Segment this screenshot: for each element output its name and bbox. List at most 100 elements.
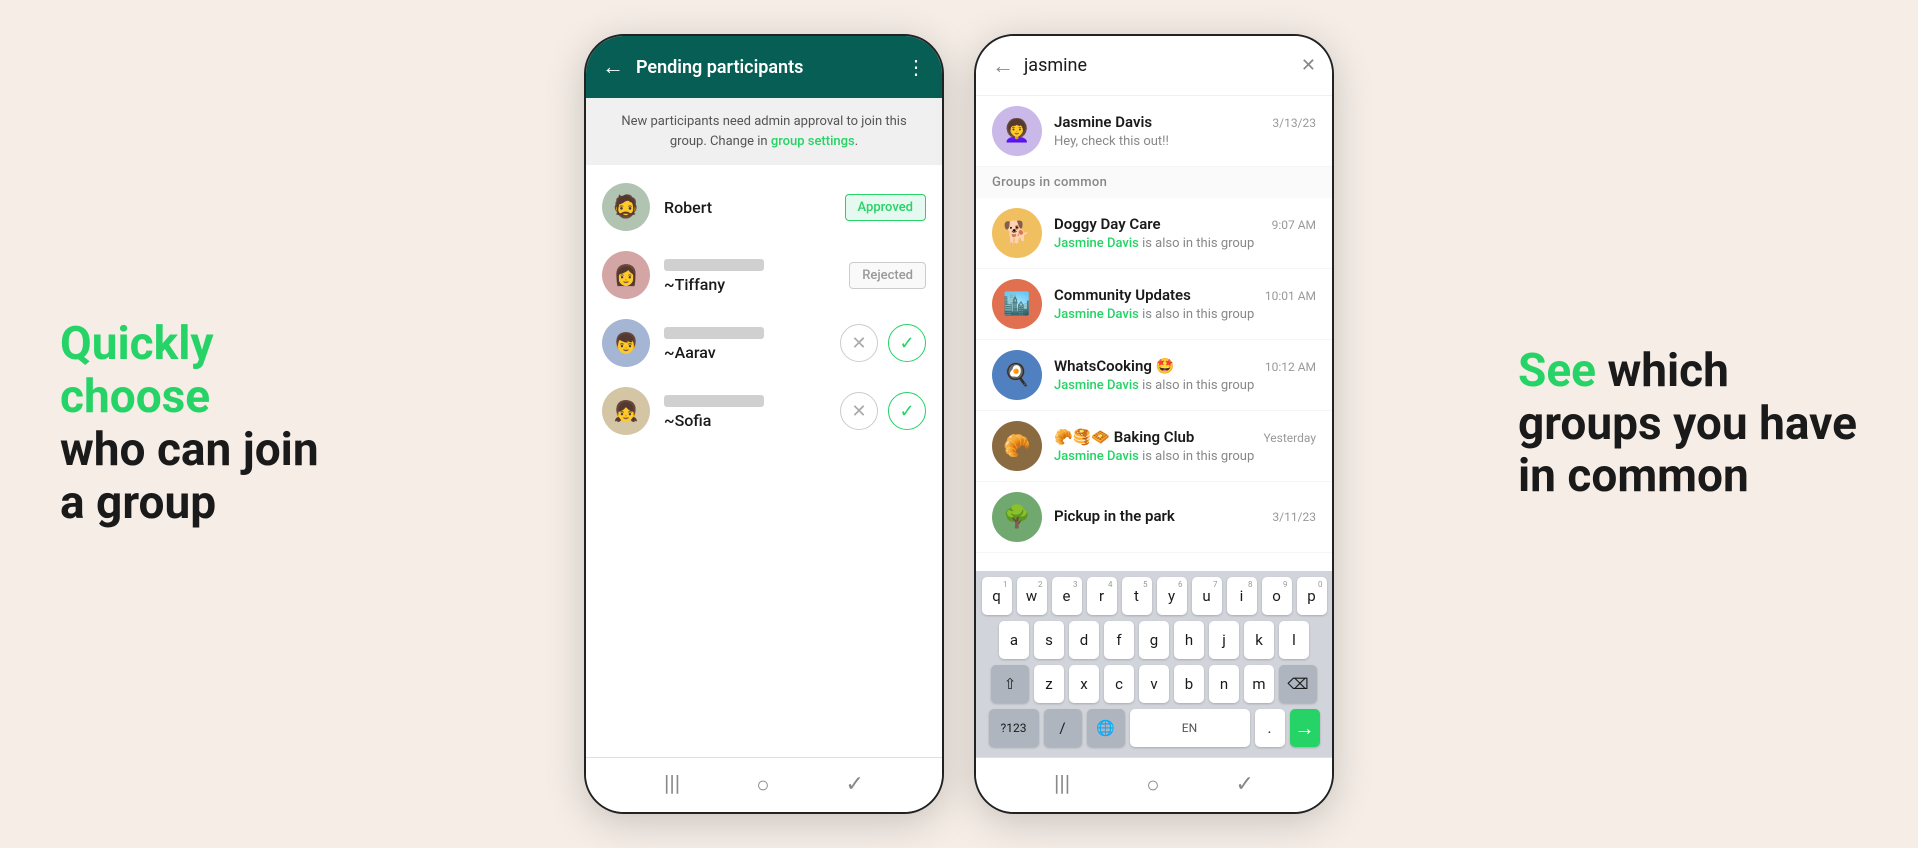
blurred-phone-number bbox=[664, 395, 764, 407]
participant-list: 🧔 Robert Approved 👩 ~Tiffany Rejected bbox=[586, 165, 942, 757]
key-e[interactable]: e3 bbox=[1052, 577, 1082, 615]
key-m[interactable]: m bbox=[1244, 665, 1274, 703]
avatar: 👦 bbox=[602, 319, 650, 367]
chat-item-baking[interactable]: 🥐 🥐🥞🧇 Baking Club Yesterday Jasmine Davi… bbox=[976, 411, 1332, 482]
phone2-bottom-bar: ||| ○ ✓ bbox=[976, 757, 1332, 812]
key-r[interactable]: r4 bbox=[1087, 577, 1117, 615]
go-key[interactable]: → bbox=[1290, 709, 1320, 747]
space-key[interactable]: EN bbox=[1130, 709, 1250, 747]
key-a[interactable]: a bbox=[999, 621, 1029, 659]
phone1-header: ← Pending participants ⋮ bbox=[586, 36, 942, 98]
key-u[interactable]: u7 bbox=[1192, 577, 1222, 615]
accept-button[interactable]: ✓ bbox=[888, 392, 926, 430]
group-settings-link[interactable]: group settings bbox=[771, 134, 855, 149]
home-icon2[interactable]: ||| bbox=[1054, 772, 1070, 798]
chat-time: 10:12 AM bbox=[1265, 360, 1316, 374]
chat-item-whatscooking[interactable]: 🍳 WhatsCooking 🤩 10:12 AM Jasmine Davis … bbox=[976, 340, 1332, 411]
blurred-phone-number bbox=[664, 259, 764, 271]
sender-name: Jasmine Davis bbox=[1054, 449, 1139, 464]
chat-list: 👩‍🦱 Jasmine Davis 3/13/23 Hey, check thi… bbox=[976, 96, 1332, 571]
chat-item-community[interactable]: 🏙️ Community Updates 10:01 AM Jasmine Da… bbox=[976, 269, 1332, 340]
keyboard: q1 w2 e3 r4 t5 y6 u7 i8 o9 p0 a s d f bbox=[976, 571, 1332, 757]
key-v[interactable]: v bbox=[1139, 665, 1169, 703]
home-icon[interactable]: ||| bbox=[664, 772, 680, 798]
chat-header-row: 🥐🥞🧇 Baking Club Yesterday bbox=[1054, 428, 1316, 446]
avatar: 👩 bbox=[602, 251, 650, 299]
search-back-arrow[interactable]: ← bbox=[992, 53, 1014, 79]
reject-button[interactable]: ✕ bbox=[840, 324, 878, 362]
key-y[interactable]: y6 bbox=[1157, 577, 1187, 615]
search-clear-icon[interactable]: ✕ bbox=[1301, 55, 1316, 76]
back-nav-icon2[interactable]: ✓ bbox=[1236, 772, 1254, 798]
participant-info: ~Aarav bbox=[664, 324, 826, 362]
chat-item-jasmine[interactable]: 👩‍🦱 Jasmine Davis 3/13/23 Hey, check thi… bbox=[976, 96, 1332, 167]
phone2: ← jasmine ✕ 👩‍🦱 Jasmine Davis 3/13/23 bbox=[974, 34, 1334, 814]
chat-message: Jasmine Davis is also in this group bbox=[1054, 449, 1316, 464]
phone1-notice: New participants need admin approval to … bbox=[586, 98, 942, 165]
search-query-text[interactable]: jasmine bbox=[1024, 55, 1087, 76]
chat-content: Community Updates 10:01 AM Jasmine Davis… bbox=[1054, 286, 1316, 322]
participant-info: ~Sofia bbox=[664, 392, 826, 430]
participant-info: Robert bbox=[664, 198, 831, 217]
chat-content: Pickup in the park 3/11/23 bbox=[1054, 507, 1316, 528]
key-c[interactable]: c bbox=[1104, 665, 1134, 703]
left-text-line3: who can join bbox=[60, 423, 319, 477]
notice-period: . bbox=[855, 134, 858, 149]
page-layout: Quickly choose who can join a group ← Pe… bbox=[0, 0, 1918, 848]
key-s[interactable]: s bbox=[1034, 621, 1064, 659]
key-k[interactable]: k bbox=[1244, 621, 1274, 659]
chat-time: 3/11/23 bbox=[1272, 510, 1316, 524]
key-f[interactable]: f bbox=[1104, 621, 1134, 659]
pickup-avatar: 🌳 bbox=[992, 492, 1042, 542]
key-g[interactable]: g bbox=[1139, 621, 1169, 659]
numbers-key[interactable]: ?123 bbox=[989, 709, 1039, 747]
globe-key[interactable]: 🌐 bbox=[1087, 709, 1125, 747]
right-green-word: See bbox=[1518, 344, 1596, 398]
backspace-key[interactable]: ⌫ bbox=[1279, 665, 1317, 703]
chat-time: 10:01 AM bbox=[1265, 289, 1316, 303]
status-badge: Rejected bbox=[849, 262, 926, 289]
groups-in-common-header: Groups in common bbox=[976, 167, 1332, 198]
reject-button[interactable]: ✕ bbox=[840, 392, 878, 430]
back-nav-icon[interactable]: ✓ bbox=[846, 772, 864, 798]
phone2-header: ← jasmine ✕ bbox=[976, 36, 1332, 96]
accept-button[interactable]: ✓ bbox=[888, 324, 926, 362]
chat-message: Jasmine Davis is also in this group bbox=[1054, 236, 1316, 251]
key-x[interactable]: x bbox=[1069, 665, 1099, 703]
left-green-word1: Quickly bbox=[60, 317, 214, 371]
back-arrow-icon[interactable]: ← bbox=[602, 54, 624, 80]
more-options-icon[interactable]: ⋮ bbox=[906, 55, 926, 79]
key-n[interactable]: n bbox=[1209, 665, 1239, 703]
key-o[interactable]: o9 bbox=[1262, 577, 1292, 615]
key-h[interactable]: h bbox=[1174, 621, 1204, 659]
participant-name: ~Tiffany bbox=[664, 275, 835, 294]
participant-name: ~Sofia bbox=[664, 411, 826, 430]
key-p[interactable]: p0 bbox=[1297, 577, 1327, 615]
key-l[interactable]: l bbox=[1279, 621, 1309, 659]
key-q[interactable]: q1 bbox=[982, 577, 1012, 615]
participant-name: Robert bbox=[664, 198, 831, 217]
period-key[interactable]: . bbox=[1255, 709, 1285, 747]
chat-item-pickup[interactable]: 🌳 Pickup in the park 3/11/23 bbox=[976, 482, 1332, 553]
key-j[interactable]: j bbox=[1209, 621, 1239, 659]
key-b[interactable]: b bbox=[1174, 665, 1204, 703]
chat-item-doggy[interactable]: 🐕 Doggy Day Care 9:07 AM Jasmine Davis i… bbox=[976, 198, 1332, 269]
key-i[interactable]: i8 bbox=[1227, 577, 1257, 615]
notice-text: New participants need admin approval to … bbox=[621, 114, 906, 149]
key-d[interactable]: d bbox=[1069, 621, 1099, 659]
key-w[interactable]: w2 bbox=[1017, 577, 1047, 615]
circle-icon[interactable]: ○ bbox=[756, 772, 769, 798]
circle-icon2[interactable]: ○ bbox=[1146, 772, 1159, 798]
chat-name: 🥐🥞🧇 Baking Club bbox=[1054, 428, 1194, 446]
slash-key[interactable]: / bbox=[1044, 709, 1082, 747]
right-text-block: See which groups you have in common bbox=[1518, 345, 1858, 504]
avatar: 🧔 bbox=[602, 183, 650, 231]
participant-name: ~Aarav bbox=[664, 343, 826, 362]
chat-content: 🥐🥞🧇 Baking Club Yesterday Jasmine Davis … bbox=[1054, 428, 1316, 464]
chat-name: Jasmine Davis bbox=[1054, 113, 1152, 131]
search-input-container: jasmine bbox=[1024, 55, 1291, 76]
key-t[interactable]: t5 bbox=[1122, 577, 1152, 615]
chat-header-row: WhatsCooking 🤩 10:12 AM bbox=[1054, 357, 1316, 375]
shift-key[interactable]: ⇧ bbox=[991, 665, 1029, 703]
key-z[interactable]: z bbox=[1034, 665, 1064, 703]
